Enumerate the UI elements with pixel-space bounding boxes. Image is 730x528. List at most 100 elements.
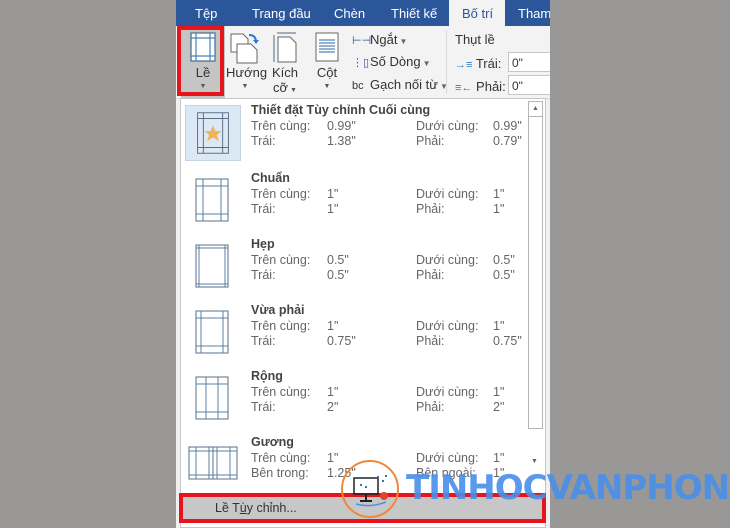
- margins-label: Lề: [195, 65, 211, 80]
- orientation-icon: [230, 33, 259, 64]
- indent-left-icon: →≡: [455, 59, 473, 71]
- size-button[interactable]: Kích cỡ ▼: [268, 26, 302, 98]
- top-value: 1": [327, 385, 339, 399]
- bottom-value: 1": [493, 385, 505, 399]
- hyphenation-label: Gạch nối từ: [370, 77, 438, 92]
- item-title: Rộng: [251, 369, 283, 383]
- right-value: 1": [493, 202, 505, 216]
- chevron-down-icon: ▼: [399, 37, 408, 46]
- hyphenation-button[interactable]: bc Gạch nối từ ▼: [352, 75, 448, 95]
- item-title: Hẹp: [251, 237, 275, 251]
- tab-design[interactable]: Thiết kế: [391, 0, 437, 26]
- top-label: Trên cùng:: [251, 253, 311, 267]
- top-label: Trên cùng:: [251, 451, 311, 465]
- tab-file[interactable]: Tệp: [195, 0, 217, 26]
- indent-right-icon: ≡←: [455, 82, 473, 94]
- right-value: 0.79": [493, 134, 522, 148]
- size-label-line1: Kích: [271, 65, 298, 80]
- columns-icon: [315, 32, 339, 62]
- margins-icon: [190, 32, 216, 62]
- item-title: Vừa phải: [251, 303, 305, 317]
- word-window: Tệp Trang đầu Chèn Thiết kế Bố trí Tham …: [176, 0, 550, 528]
- indent-right-text: Phải:: [476, 79, 506, 94]
- margins-button[interactable]: Lề ▼: [181, 26, 225, 98]
- bottom-label: Dưới cùng:: [416, 253, 479, 267]
- normal-margins-icon: [195, 178, 229, 222]
- right-label: Phải:: [416, 202, 445, 216]
- margin-option-last-custom[interactable]: Thiết đặt Tùy chỉnh Cuối cùng Trên cùng:…: [181, 101, 526, 167]
- line-numbers-button[interactable]: ⋮▯Số Dòng ▼: [352, 52, 431, 72]
- tab-insert[interactable]: Chèn: [334, 0, 365, 26]
- margin-option-mirrored[interactable]: Gương Trên cùng: 1" Dưới cùng: 1" Bên tr…: [181, 431, 526, 497]
- orientation-button[interactable]: Hướng ▼: [226, 26, 268, 98]
- tab-home[interactable]: Trang đầu: [252, 0, 311, 26]
- left-value: 1.38": [327, 134, 356, 148]
- indent-group-title: Thụt lề: [455, 32, 495, 47]
- top-value: 0.5": [327, 253, 349, 267]
- left-label: Trái:: [251, 400, 276, 414]
- bottom-value: 0.99": [493, 119, 522, 133]
- orientation-label: Hướng: [226, 65, 268, 80]
- tab-references[interactable]: Tham: [518, 0, 550, 26]
- indent-left-label: →≡ Trái:: [455, 56, 501, 71]
- top-value: 0.99": [327, 119, 356, 133]
- indent-left-text: Trái:: [475, 56, 502, 71]
- margin-option-normal[interactable]: Chuẩn Trên cùng: 1" Dưới cùng: 1" Trái: …: [181, 167, 526, 233]
- left-label: Trái:: [251, 202, 276, 216]
- breaks-label: Ngắt: [370, 32, 398, 47]
- gallery-scrollbar[interactable]: ▲: [528, 101, 543, 429]
- outside-value: 1": [493, 466, 505, 480]
- top-value: 1": [327, 187, 339, 201]
- margins-gallery: Thiết đặt Tùy chỉnh Cuối cùng Trên cùng:…: [181, 99, 526, 494]
- top-label: Trên cùng:: [251, 119, 311, 133]
- inside-value: 1.25": [327, 466, 356, 480]
- custom-margins-label-pre: Lề T: [215, 501, 240, 515]
- right-label: Phải:: [416, 134, 445, 148]
- margin-option-wide[interactable]: Rộng Trên cùng: 1" Dưới cùng: 1" Trái: 2…: [181, 365, 526, 431]
- left-label: Trái:: [251, 268, 276, 282]
- columns-button[interactable]: Cột ▼: [309, 26, 345, 98]
- tab-layout[interactable]: Bố trí: [449, 0, 505, 26]
- left-value: 2": [327, 400, 339, 414]
- bottom-value: 1": [493, 451, 505, 465]
- inside-label: Bên trong:: [251, 466, 309, 480]
- line-numbers-icon: ⋮▯: [352, 56, 370, 69]
- breaks-button[interactable]: ⊢⊣Ngắt ▼: [352, 30, 407, 50]
- top-value: 1": [327, 319, 339, 333]
- left-value: 0.75": [327, 334, 356, 348]
- bottom-label: Dưới cùng:: [416, 119, 479, 133]
- bottom-label: Dưới cùng:: [416, 385, 479, 399]
- top-label: Trên cùng:: [251, 319, 311, 333]
- margins-dropdown: Thiết đặt Tùy chỉnh Cuối cùng Trên cùng:…: [179, 98, 546, 528]
- item-title: Chuẩn: [251, 171, 290, 185]
- chevron-down-icon: ▼: [241, 83, 249, 90]
- right-label: Phải:: [416, 268, 445, 282]
- custom-margins-star-icon: [185, 105, 241, 161]
- margin-option-narrow[interactable]: Hẹp Trên cùng: 0.5" Dưới cùng: 0.5" Trái…: [181, 233, 526, 299]
- outside-label: Bên ngoài:: [416, 466, 476, 480]
- wide-margins-icon: [195, 376, 229, 420]
- ribbon-layout: Lề ▼ Hướng ▼ Kích cỡ ▼ Cột ▼ ⊢⊣Ngắt ▼ ⋮▯…: [176, 26, 550, 99]
- right-value: 0.75": [493, 334, 522, 348]
- chevron-down-icon: ▼: [422, 59, 431, 68]
- indent-right-input[interactable]: 0": [508, 75, 550, 95]
- indent-left-input[interactable]: 0": [508, 52, 550, 72]
- margin-option-moderate[interactable]: Vừa phải Trên cùng: 1" Dưới cùng: 1" Trá…: [181, 299, 526, 365]
- size-label: Kích cỡ ▼: [268, 65, 302, 98]
- indent-right-label: ≡← Phải:: [455, 79, 506, 94]
- ribbon-separator: [446, 30, 447, 94]
- custom-margins-accelerator: ù: [239, 501, 247, 515]
- scroll-down-arrow-icon[interactable]: ▼: [528, 455, 541, 469]
- left-value: 0.5": [327, 268, 349, 282]
- scroll-up-arrow-icon[interactable]: ▲: [529, 102, 542, 117]
- top-label: Trên cùng:: [251, 187, 311, 201]
- bottom-value: 0.5": [493, 253, 515, 267]
- narrow-margins-icon: [195, 244, 229, 288]
- top-label: Trên cùng:: [251, 385, 311, 399]
- chevron-down-icon: ▼: [288, 87, 297, 94]
- chevron-down-icon: ▼: [199, 83, 207, 90]
- custom-margins-button[interactable]: Lề Tùy chỉnh...: [181, 495, 545, 523]
- columns-label: Cột: [316, 65, 338, 80]
- custom-margins-label-post: y chỉnh...: [246, 501, 297, 515]
- left-label: Trái:: [251, 334, 276, 348]
